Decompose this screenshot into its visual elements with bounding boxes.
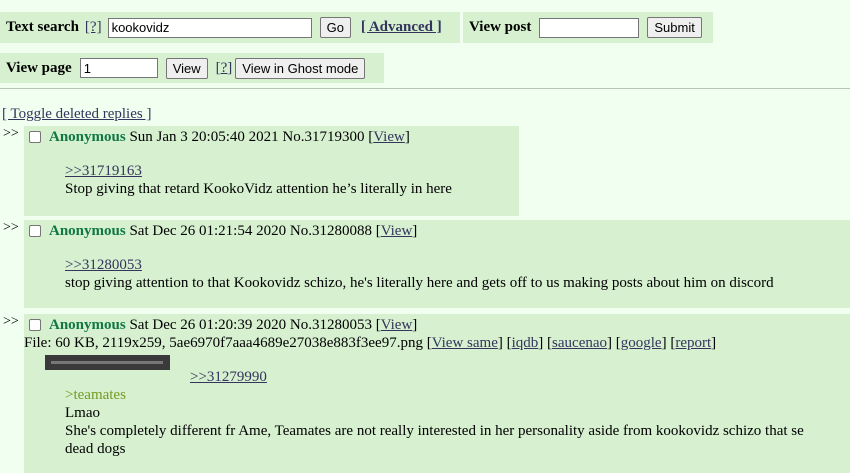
quote-link[interactable]: >>31719163 — [65, 163, 142, 180]
post-date: Sat Dec 26 01:21:54 2020 — [129, 223, 287, 239]
post-message-line: Lmao — [65, 405, 100, 421]
divider — [0, 88, 850, 89]
reply-post: Anonymous Sun Jan 3 20:05:40 2021 No.317… — [24, 126, 519, 216]
view-post-link[interactable]: View — [373, 129, 405, 145]
post-message: stop giving attention to that Kookovidz … — [65, 275, 774, 291]
view-close-bracket: ] — [404, 129, 410, 145]
text-search-help-link[interactable]: [?] — [85, 19, 102, 36]
quote-link[interactable]: >>31280053 — [65, 257, 142, 274]
view-button[interactable]: View — [165, 57, 208, 79]
text-search-label: Text search — [6, 19, 79, 35]
post-number: No.31280053 — [289, 317, 372, 333]
post-message-line: She's completely different fr Ame, Teama… — [65, 423, 804, 439]
file-link-sep: ] [ — [497, 335, 512, 351]
iqdb-link[interactable]: iqdb — [512, 335, 539, 351]
saucenao-link[interactable]: saucenao — [552, 335, 607, 351]
file-link-sep: ] [ — [661, 335, 676, 351]
view-post-link[interactable]: View — [381, 317, 413, 333]
view-post-link[interactable]: View — [381, 223, 413, 239]
post-message: Stop giving that retard KookoVidz attent… — [65, 181, 452, 197]
post-header: Anonymous Sun Jan 3 20:05:40 2021 No.317… — [49, 129, 410, 146]
post-date: Sun Jan 3 20:05:40 2021 — [129, 129, 279, 145]
view-same-link[interactable]: View same — [432, 335, 498, 351]
post-select-checkbox[interactable] — [29, 131, 41, 143]
reply-post: Anonymous Sat Dec 26 01:20:39 2020 No.31… — [24, 314, 850, 473]
reply-post: Anonymous Sat Dec 26 01:21:54 2020 No.31… — [24, 220, 850, 308]
view-post-label: View post — [469, 19, 532, 35]
report-link[interactable]: report — [675, 335, 711, 351]
post-number: No.31719300 — [282, 129, 365, 145]
view-post-input[interactable] — [539, 17, 640, 38]
thumbnail-text-strip — [51, 361, 163, 364]
post-header: Anonymous Sat Dec 26 01:21:54 2020 No.31… — [49, 223, 417, 240]
post-select-checkbox[interactable] — [29, 225, 41, 237]
file-link-sep: ] [ — [607, 335, 621, 351]
go-button[interactable]: Go — [319, 17, 351, 38]
quote-link[interactable]: >>31279990 — [190, 369, 267, 386]
google-link[interactable]: google — [621, 335, 662, 351]
file-info-text: File: 60 KB, 2119x259, 5ae6970f7aaa4689e… — [24, 335, 432, 351]
post-arrow: >> — [3, 220, 19, 235]
file-info-end: ] — [711, 335, 717, 351]
poster-name: Anonymous — [49, 223, 126, 239]
poster-name: Anonymous — [49, 129, 126, 145]
view-page-label: View page — [6, 59, 72, 76]
toggle-deleted-replies-link[interactable]: [ Toggle deleted replies ] — [2, 106, 151, 123]
view-page-help-link[interactable]: [?] — [216, 60, 233, 77]
poster-name: Anonymous — [49, 317, 126, 333]
post-thumbnail[interactable] — [45, 355, 170, 370]
post-date: Sat Dec 26 01:20:39 2020 — [129, 317, 287, 333]
ghost-mode-button[interactable]: View in Ghost mode — [235, 57, 366, 79]
view-page-input[interactable] — [79, 58, 158, 78]
file-link-sep: ] [ — [538, 335, 553, 351]
view-close-bracket: ] — [412, 317, 418, 333]
post-select-checkbox[interactable] — [29, 319, 41, 331]
greentext-line: >teamates — [65, 387, 126, 403]
post-arrow: >> — [3, 314, 19, 329]
post-message-line: dead dogs — [65, 441, 126, 457]
view-close-bracket: ] — [412, 223, 418, 239]
file-info: File: 60 KB, 2119x259, 5ae6970f7aaa4689e… — [24, 335, 716, 352]
submit-button[interactable]: Submit — [647, 17, 702, 38]
advanced-search-link[interactable]: [ Advanced ] — [361, 19, 442, 36]
post-number: No.31280088 — [289, 223, 372, 239]
text-search-input[interactable] — [107, 17, 312, 38]
post-arrow: >> — [3, 126, 19, 141]
text-search-form: Text search [?] Go [ Advanced ] — [0, 12, 460, 43]
post-header: Anonymous Sat Dec 26 01:20:39 2020 No.31… — [49, 317, 417, 334]
view-post-form: View post Submit — [463, 12, 713, 43]
view-page-form: View page View [?] View in Ghost mode — [0, 53, 384, 83]
